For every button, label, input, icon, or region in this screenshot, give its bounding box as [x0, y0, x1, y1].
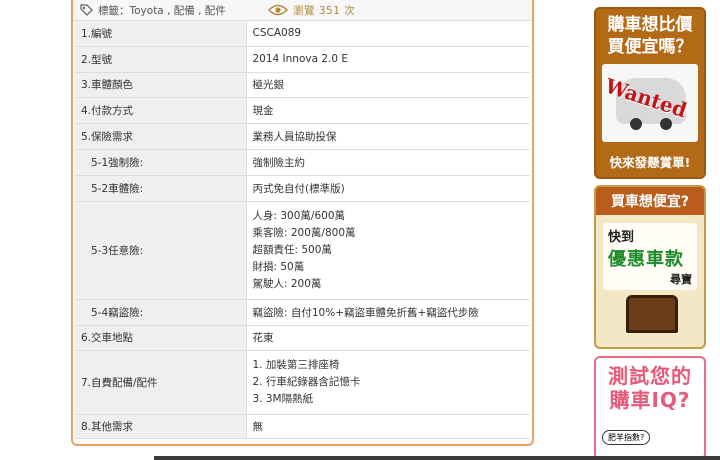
quiz-title: 測試您的 購車IQ? [596, 358, 704, 412]
treasure-chest-icon [626, 295, 678, 333]
row-key: 5-3任意險: [75, 201, 247, 300]
table-row: 3.車體顏色 極光銀 [75, 72, 530, 98]
page: 標籤：Toyota , 配備 , 配件 瀏覽 351 次 1.編號 CSCA08… [0, 0, 720, 460]
table-row: 6.交車地點 花東 [75, 325, 530, 351]
quiz-bubble: 肥羊指數? [602, 430, 651, 445]
value-line: 乘客險: 200萬/800萬 [252, 226, 356, 239]
value-line: 1. 加裝第三排座椅 [252, 358, 340, 371]
quiz-banner[interactable]: 測試您的 購車IQ? 肥羊指數? [594, 356, 706, 460]
treasure-line2: 優惠車款 [608, 249, 684, 270]
row-key: 7.自費配備/配件 [75, 350, 247, 415]
tag-text: 標籤：Toyota , 配備 , 配件 [98, 3, 268, 18]
value-line: 財損: 50萬 [252, 260, 305, 273]
tag-bar: 標籤：Toyota , 配備 , 配件 瀏覽 351 次 [73, 0, 532, 21]
quiz-line2: 購車IQ? [609, 388, 691, 412]
treasure-line1: 快到 [608, 230, 635, 245]
row-key: 3.車體顏色 [75, 72, 247, 98]
row-value: 無 [246, 414, 530, 439]
row-key: 4.付款方式 [75, 97, 247, 124]
value-line: 人身: 300萬/600萬 [252, 209, 346, 222]
view-number: 351 [318, 4, 341, 17]
horizontal-scrollbar[interactable] [154, 456, 720, 460]
eye-icon [268, 3, 288, 17]
car-detail-panel: 標籤：Toyota , 配備 , 配件 瀏覽 351 次 1.編號 CSCA08… [71, 0, 534, 446]
table-row: 8.其他需求 無 [75, 414, 530, 439]
treasure-banner[interactable]: 買車想便宜? 快到 優惠車款 尋寶 [594, 185, 706, 349]
row-value: 現金 [246, 97, 530, 124]
row-key: 5.保險需求 [75, 123, 247, 150]
treasure-header: 買車想便宜? [596, 187, 704, 215]
value-line: 超額責任: 500萬 [252, 243, 332, 256]
view-count: 瀏覽 351 次 [293, 3, 355, 18]
row-key: 5-4竊盜險: [75, 299, 247, 326]
row-value: 竊盜險: 自付10%+竊盜車體免折舊+竊盜代步險 [246, 299, 530, 326]
wanted-image: Wanted [602, 64, 698, 142]
row-key: 2.型號 [75, 46, 247, 73]
table-row: 1.編號 CSCA089 [75, 21, 530, 47]
table-row: 5-3任意險: 人身: 300萬/600萬 乘客險: 200萬/800萬 超額責… [75, 201, 530, 300]
spec-table: 1.編號 CSCA089 2.型號 2014 Innova 2.0 E 3.車體… [75, 21, 530, 439]
row-value: 人身: 300萬/600萬 乘客險: 200萬/800萬 超額責任: 500萬 … [246, 201, 530, 300]
table-row: 5-4竊盜險: 竊盜險: 自付10%+竊盜車體免折舊+竊盜代步險 [75, 299, 530, 326]
value-line: 駕駛人: 200萬 [252, 277, 322, 290]
row-value: 花東 [246, 325, 530, 351]
row-value: 2014 Innova 2.0 E [246, 46, 530, 73]
wanted-footer: 快來發懸賞單! [609, 155, 691, 170]
treasure-box: 快到 優惠車款 尋寶 [603, 223, 697, 290]
row-value: 1. 加裝第三排座椅 2. 行車紀錄器含記憶卡 3. 3M隔熱紙 [246, 350, 530, 415]
wanted-line1: 購車想比價 [607, 15, 693, 35]
row-key: 1.編號 [75, 21, 247, 47]
table-row: 5.保險需求 業務人員協助投保 [75, 123, 530, 150]
treasure-line3: 尋寶 [670, 273, 692, 286]
row-value: CSCA089 [246, 21, 530, 47]
view-unit: 次 [344, 4, 356, 17]
row-value: 極光銀 [246, 72, 530, 98]
row-key: 5-1強制險: [75, 149, 247, 176]
view-label: 瀏覽 [293, 4, 315, 17]
quiz-line1: 測試您的 [608, 364, 692, 388]
row-value: 丙式免自付(標準版) [246, 175, 530, 202]
tag-icon [79, 3, 94, 18]
table-row: 4.付款方式 現金 [75, 97, 530, 124]
row-value: 業務人員協助投保 [246, 123, 530, 150]
wanted-line2: 買便宜嗎？ [607, 37, 693, 57]
row-key: 6.交車地點 [75, 325, 247, 351]
row-key: 8.其他需求 [75, 414, 247, 439]
row-value: 強制險主約 [246, 149, 530, 176]
wanted-banner[interactable]: 購車想比價 買便宜嗎？ Wanted 快來發懸賞單! [594, 7, 706, 179]
row-key: 5-2車體險: [75, 175, 247, 202]
tag-label: 標籤： [98, 4, 130, 17]
table-row: 5-2車體險: 丙式免自付(標準版) [75, 175, 530, 202]
value-line: 2. 行車紀錄器含記憶卡 [252, 375, 361, 388]
table-row: 5-1強制險: 強制險主約 [75, 149, 530, 176]
tag-values[interactable]: Toyota , 配備 , 配件 [130, 5, 226, 17]
value-line: 3. 3M隔熱紙 [252, 392, 314, 405]
table-row: 7.自費配備/配件 1. 加裝第三排座椅 2. 行車紀錄器含記憶卡 3. 3M隔… [75, 350, 530, 415]
table-row: 2.型號 2014 Innova 2.0 E [75, 46, 530, 73]
wanted-banner-title: 購車想比價 買便宜嗎？ [596, 9, 704, 58]
